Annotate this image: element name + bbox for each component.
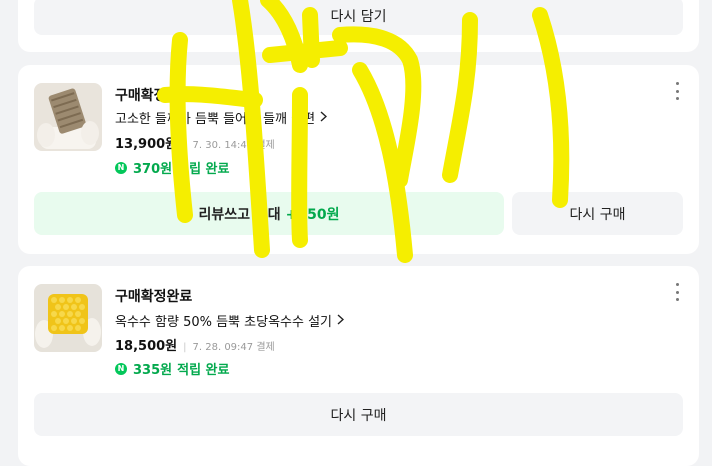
rebuy-button[interactable]: 다시 구매 — [512, 192, 683, 235]
divider: | — [183, 342, 187, 353]
naver-point-icon: N — [115, 362, 127, 375]
order-card-top: 다시 담기 — [18, 0, 699, 52]
payment-date: 7. 30. 14:45 결제 — [192, 140, 275, 151]
price-line: 18,500원 | 7. 28. 09:47 결제 — [115, 335, 275, 354]
points-status: N 335원 적립 완료 — [115, 359, 229, 378]
naver-point-icon: N — [115, 161, 127, 174]
chevron-right-icon — [320, 110, 328, 125]
points-label: 적립 완료 — [177, 162, 230, 177]
points-status: N 370원 적립 완료 — [115, 158, 229, 177]
points-amount: 370원 — [133, 162, 173, 177]
order-card: 구매확정완료 고소한 들깨가 듬뿍 들어간 들깨 절편 13,900원 | 7.… — [18, 65, 699, 254]
payment-date: 7. 28. 09:47 결제 — [192, 342, 275, 353]
product-name-link[interactable]: 고소한 들깨가 듬뿍 들어간 들깨 절편 — [115, 108, 328, 127]
order-status: 구매확정완료 — [115, 88, 193, 104]
rebuy-button[interactable]: 다시 구매 — [34, 393, 683, 436]
points-amount: 335원 — [133, 363, 173, 378]
price-line: 13,900원 | 7. 30. 14:45 결제 — [115, 133, 275, 152]
divider: | — [183, 140, 187, 151]
order-card: 구매확정완료 옥수수 함량 50% 듬뿍 초당옥수수 설기 18,500원 | … — [18, 266, 699, 466]
product-thumbnail[interactable] — [34, 83, 102, 151]
rebuy-label: 다시 구매 — [330, 407, 387, 424]
price: 13,900원 — [115, 137, 178, 152]
add-to-cart-button[interactable]: 다시 담기 — [34, 0, 683, 35]
order-status: 구매확정완료 — [115, 289, 193, 305]
review-prefix: 리뷰쓰고 최대 — [198, 206, 281, 223]
rebuy-label: 다시 구매 — [569, 206, 626, 223]
write-review-button[interactable]: 리뷰쓰고 최대 +150원 — [34, 192, 504, 235]
points-label: 적립 완료 — [177, 363, 230, 378]
chevron-right-icon — [337, 313, 345, 328]
add-to-cart-label: 다시 담기 — [330, 9, 387, 25]
product-thumbnail[interactable] — [34, 284, 102, 352]
product-name: 고소한 들깨가 듬뿍 들어간 들깨 절편 — [115, 112, 316, 127]
more-vertical-icon[interactable] — [671, 283, 683, 301]
price: 18,500원 — [115, 339, 178, 354]
product-name: 옥수수 함량 50% 듬뿍 초당옥수수 설기 — [115, 315, 332, 330]
product-name-link[interactable]: 옥수수 함량 50% 듬뿍 초당옥수수 설기 — [115, 311, 345, 330]
review-amount: +150원 — [285, 206, 340, 223]
more-vertical-icon[interactable] — [671, 82, 683, 100]
